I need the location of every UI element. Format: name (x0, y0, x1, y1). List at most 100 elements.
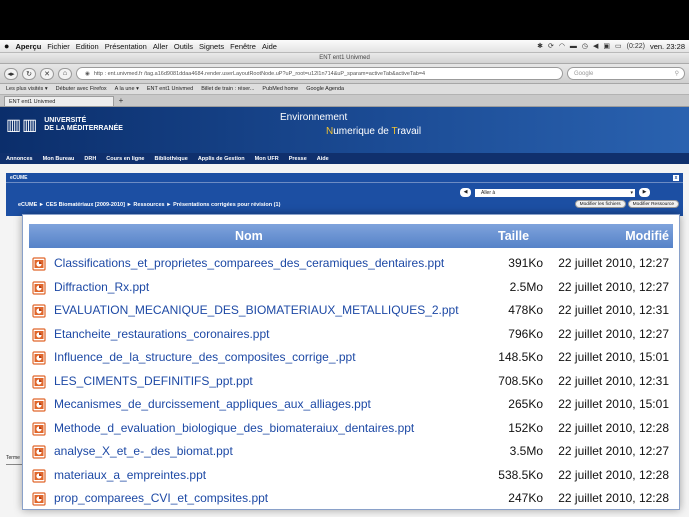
table-row[interactable]: EVALUATION_MECANIQUE_DES_BIOMATERIAUX_ME… (29, 299, 673, 323)
clock-menu-icon[interactable]: ◷ (582, 42, 588, 50)
file-name-link[interactable]: analyse_X_et_e-_des_biomat.ppt (54, 444, 233, 458)
university-logo[interactable]: ▥▥ UNIVERSITÉ DE LA MÉDITERRANÉE (6, 115, 123, 135)
keyboard-icon[interactable]: ▣ (603, 42, 610, 50)
apple-icon[interactable]: ● (4, 41, 9, 51)
file-name-link[interactable]: Influence_de_la_structure_des_composites… (54, 350, 356, 364)
file-modified-date: 22 juillet 2010, 15:01 (558, 350, 669, 364)
file-size: 3.5Mo (509, 444, 543, 458)
file-name-link[interactable]: Methode_d_evaluation_biologique_des_biom… (54, 421, 414, 435)
file-table-body: Classifications_et_proprietes_comparees_… (29, 252, 673, 511)
menu-presentation[interactable]: Présentation (105, 42, 147, 51)
breadcrumb[interactable]: eCUME ► CES Biomatériaux [2009-2010] ► R… (18, 202, 280, 208)
file-name-link[interactable]: LES_CIMENTS_DEFINITIFS_ppt.ppt (54, 374, 253, 388)
table-row[interactable]: Methode_d_evaluation_biologique_des_biom… (29, 417, 673, 441)
volume-icon[interactable]: ◀ (593, 42, 598, 50)
file-modified-date: 22 juillet 2010, 12:27 (558, 256, 669, 270)
file-name-link[interactable]: Diffraction_Rx.ppt (54, 280, 149, 294)
footer-terms-link[interactable]: Terme (6, 455, 20, 461)
display-icon[interactable]: ▬ (570, 43, 577, 50)
nav-applis-gestion[interactable]: Applis de Gestion (198, 156, 245, 162)
file-name-link[interactable]: materiaux_a_empreintes.ppt (54, 468, 206, 482)
column-name-header[interactable]: Nom (235, 229, 263, 243)
file-modified-date: 22 juillet 2010, 12:28 (558, 467, 669, 482)
close-icon[interactable]: x (673, 174, 679, 181)
file-name-link[interactable]: prop_comparees_CVI_et_compsites.ppt (54, 491, 268, 505)
tab-ent[interactable]: ENT ent1 Univmed (4, 96, 114, 106)
nav-drh[interactable]: DRH (84, 156, 96, 162)
table-row[interactable]: materiaux_a_empreintes.ppt 538.5Ko 22 juil… (29, 464, 673, 488)
table-row[interactable]: Mecanismes_de_durcissement_appliques_aux… (29, 393, 673, 417)
bookmark-item[interactable]: Google Agenda (306, 86, 344, 92)
menu-signets[interactable]: Signets (199, 42, 224, 51)
edit-files-button[interactable]: Modifier les fichiers (574, 200, 626, 208)
menu-app-name[interactable]: Aperçu (15, 42, 41, 51)
bookmark-item[interactable]: Billet de train : réser... (201, 86, 254, 92)
bookmark-item[interactable]: ENT ent1 Univmed (147, 86, 193, 92)
menu-aller[interactable]: Aller (153, 42, 168, 51)
ppt-file-icon (32, 257, 46, 271)
file-name-link[interactable]: Classifications_et_proprietes_comparees_… (54, 256, 444, 270)
column-modified-header[interactable]: Modifié (625, 229, 669, 243)
file-name-link[interactable]: Etancheite_restaurations_coronaires.ppt (54, 327, 269, 341)
browser-toolbar: ◂▸ ↻ ✕ ⌂ ◉ http : ent.univmed.fr /tag.a1… (0, 64, 689, 84)
university-name-line2: DE LA MÉDITERRANÉE (44, 125, 123, 132)
file-modified-date: 22 juillet 2010, 12:28 (558, 420, 669, 435)
site-header: ▥▥ UNIVERSITÉ DE LA MÉDITERRANÉE Environ… (0, 107, 689, 153)
search-icon[interactable]: ⚲ (675, 68, 679, 80)
nav-mon-bureau[interactable]: Mon Bureau (43, 156, 75, 162)
ppt-file-icon (32, 327, 46, 342)
file-modified-date: 22 juillet 2010, 12:27 (558, 326, 669, 341)
nav-annonces[interactable]: Annonces (6, 156, 33, 162)
site-identity-icon[interactable]: ◉ (85, 68, 90, 79)
menu-fenetre[interactable]: Fenêtre (230, 42, 256, 51)
menu-aide[interactable]: Aide (262, 42, 277, 51)
address-text: http : ent.univmed.fr /tag.a16d9081ddaa4… (93, 70, 426, 77)
nav-cours-en-ligne[interactable]: Cours en ligne (106, 156, 144, 162)
menu-fichier[interactable]: Fichier (47, 42, 70, 51)
ent-banner-title: Environnement Numerique de Travail (280, 111, 421, 139)
bookmark-item[interactable]: Débuter avec Firefox (56, 86, 107, 92)
ppt-file-icon (32, 374, 46, 389)
table-row[interactable]: Classifications_et_proprietes_comparees_… (29, 252, 673, 276)
bookmark-item[interactable]: Les plus visités ▾ (6, 86, 48, 92)
bookmark-item[interactable]: A la une ▾ (115, 86, 139, 92)
table-row[interactable]: analyse_X_et_e-_des_biomat.ppt 3.5Mo 22 ju… (29, 440, 673, 464)
search-input[interactable]: Google ⚲ (567, 67, 685, 80)
file-table-header: Nom Taille Modifié (29, 224, 673, 248)
file-name-link[interactable]: EVALUATION_MECANIQUE_DES_BIOMATERIAUX_ME… (54, 303, 459, 317)
menu-outils[interactable]: Outils (174, 42, 193, 51)
wifi-icon[interactable]: ◠ (559, 42, 565, 50)
edit-resource-button[interactable]: Modifier Ressource (627, 200, 679, 208)
bluetooth-icon[interactable]: ✱ (537, 42, 543, 50)
column-size-header[interactable]: Taille (498, 229, 529, 243)
nav-mon-ufr[interactable]: Mon UFR (255, 156, 279, 162)
back-forward-icon[interactable]: ◂▸ (4, 67, 18, 80)
screen-top-border (0, 0, 689, 40)
new-tab-button[interactable]: + (114, 96, 128, 106)
file-size: 538.5Ko (498, 467, 543, 482)
nav-presse[interactable]: Presse (289, 156, 307, 162)
table-row[interactable]: prop_comparees_CVI_et_compsites.ppt 247Ko… (29, 487, 673, 511)
home-icon[interactable]: ⌂ (58, 67, 72, 80)
battery-icon[interactable]: ▭ (615, 42, 622, 50)
bookmark-item[interactable]: PubMed home (262, 86, 298, 92)
stop-icon[interactable]: ✕ (40, 67, 54, 80)
ppt-file-icon (32, 398, 46, 412)
table-row[interactable]: Diffraction_Rx.ppt 2.5Mo 22 juillet 2010, … (29, 276, 673, 300)
previous-icon[interactable]: ◀ (460, 188, 471, 197)
menubar-clock[interactable]: ven. 23:28 (650, 42, 685, 51)
reload-icon[interactable]: ↻ (22, 67, 36, 80)
table-row[interactable]: Etancheite_restaurations_coronaires.ppt 7… (29, 323, 673, 347)
address-bar[interactable]: ◉ http : ent.univmed.fr /tag.a16d9081dda… (76, 67, 563, 80)
file-size: 247Ko (508, 491, 543, 505)
file-name-link[interactable]: Mecanismes_de_durcissement_appliques_aux… (54, 397, 371, 411)
table-row[interactable]: Influence_de_la_structure_des_composites… (29, 346, 673, 370)
goto-select[interactable]: Aller à (475, 188, 635, 197)
next-icon[interactable]: ▶ (639, 188, 650, 197)
nav-aide[interactable]: Aide (317, 156, 329, 162)
table-row[interactable]: LES_CIMENTS_DEFINITIFS_ppt.ppt 708.5Ko 22 … (29, 370, 673, 394)
nav-bibliotheque[interactable]: Bibliothèque (155, 156, 188, 162)
menu-edition[interactable]: Edition (76, 42, 99, 51)
sync-icon[interactable]: ⟳ (548, 42, 554, 50)
battery-time: (0:22) (626, 42, 645, 50)
